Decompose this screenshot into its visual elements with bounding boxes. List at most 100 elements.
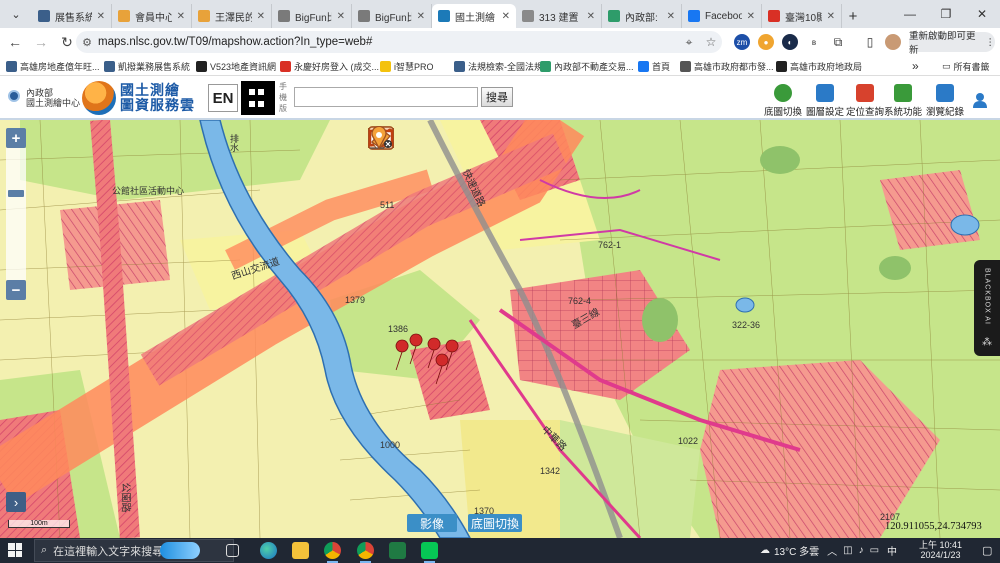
update-button[interactable]: 重新啟動即可更新 ⋮ [909, 31, 995, 56]
map-toolbar-line-icon[interactable] [368, 126, 588, 152]
extensions-puzzle-icon[interactable]: ⧉ [830, 34, 846, 50]
all-bookmarks-button[interactable]: ▭ 所有書籤 [942, 59, 990, 73]
tab-close-icon[interactable]: ✕ [827, 11, 835, 22]
bookmark-item[interactable]: i智慧PRO [380, 59, 434, 73]
tab-search-button[interactable]: ⌄ [4, 2, 28, 26]
minimize-icon[interactable]: — [892, 0, 928, 28]
qr-code[interactable] [241, 81, 275, 115]
url-text[interactable]: maps.nlsc.gov.tw/T09/mapshow.action?In_t… [98, 36, 678, 48]
bookmark-item[interactable]: 內政部不動產交易... [540, 59, 634, 73]
zoom-slider-handle[interactable] [8, 190, 24, 197]
chrome-icon[interactable] [324, 542, 341, 563]
header-tool-globe[interactable]: 底圖切換 [764, 78, 802, 118]
bookmark-item[interactable]: 首頁 [638, 59, 670, 73]
imagery-button[interactable]: 影像 [407, 514, 457, 532]
back-button[interactable]: ← [2, 29, 28, 55]
taskbar-search-highlight-icon[interactable] [160, 542, 200, 559]
browser-tab[interactable]: 展售系統 ✕ [32, 4, 112, 28]
bookmark-item[interactable]: 永慶好房登入 (成交... [280, 59, 379, 73]
header-tool-locate[interactable]: 定位查詢 [846, 78, 884, 118]
map-toolbar-undo-icon[interactable] [368, 126, 460, 152]
bookmark-item[interactable]: 高雄市政府都市發... [680, 59, 774, 73]
zoom-slider[interactable] [6, 148, 26, 280]
chrome-profile-icon[interactable] [357, 542, 374, 563]
network-icon[interactable]: ◫ [843, 545, 852, 556]
browser-tab[interactable]: Facebook ✕ [682, 4, 762, 28]
restore-icon[interactable]: ❐ [928, 0, 964, 28]
extension-zm-icon[interactable]: zm [734, 34, 750, 50]
search-input[interactable] [294, 87, 478, 107]
battery-icon[interactable]: ▭ [870, 545, 879, 556]
taskbar-search-box[interactable]: ⌕ 在這裡輸入文字來搜尋 [34, 539, 234, 562]
map-toolbar-remove-marker-icon[interactable] [371, 126, 684, 152]
english-button[interactable]: EN [208, 84, 238, 112]
header-tool-history[interactable]: 瀏覽紀錄 [926, 78, 964, 118]
excel-icon[interactable] [389, 542, 406, 559]
map-canvas[interactable]: 西山交流道 公園路 中華路 臺三線 快速道路 排水 公館社區活動中心 762-1… [0, 120, 1000, 538]
map-toolbar-pan-hand-icon[interactable] [371, 126, 524, 152]
map-toolbar-eraser-icon[interactable] [370, 126, 652, 152]
browser-tab[interactable]: BigFun比 ✕ [272, 4, 352, 28]
bookmark-item[interactable]: 高雄房地產億年旺... [6, 59, 100, 73]
blackbox-ai-widget[interactable]: BLACKBOX AI ⁂ [974, 260, 1000, 356]
tab-close-icon[interactable]: ✕ [502, 11, 510, 22]
tray-chevron-icon[interactable]: ︿ [827, 543, 837, 558]
notification-icon[interactable]: ▢ [982, 544, 992, 557]
browser-tab[interactable]: 國土測繪 ✕ [432, 4, 516, 28]
map-layer[interactable] [0, 120, 1000, 538]
zoom-in-button[interactable]: + [6, 128, 26, 148]
map-toolbar-3d-building-icon[interactable] [370, 126, 428, 152]
zoom-out-button[interactable]: − [6, 280, 26, 300]
taskbar-clock[interactable]: 上午 10:41 2024/1/23 [919, 540, 962, 560]
ministry-name[interactable]: 內政部 國土測繪中心 [26, 88, 80, 108]
tab-close-icon[interactable]: ✕ [177, 11, 185, 22]
search-button[interactable]: 搜尋 [481, 87, 513, 107]
browser-tab[interactable]: BigFun比 ✕ [352, 4, 432, 28]
site-info-icon[interactable]: ⚙ [76, 36, 98, 49]
volume-icon[interactable]: ♪ [859, 545, 864, 556]
weather-text[interactable]: 13°C 多雲 [774, 543, 819, 558]
tab-close-icon[interactable]: ✕ [417, 11, 425, 22]
header-tool-layers[interactable]: 圖層設定 [806, 78, 844, 118]
user-icon[interactable] [972, 92, 988, 108]
bookmark-item[interactable]: 高雄市政府地政局 [776, 59, 862, 73]
tab-close-icon[interactable]: ✕ [747, 11, 755, 22]
tab-close-icon[interactable]: ✕ [97, 11, 105, 22]
forward-button[interactable]: → [28, 29, 54, 55]
basemap-switch-button[interactable]: 底圖切換 [468, 514, 522, 532]
side-panel-icon[interactable]: ▯ [862, 34, 878, 50]
task-view-icon[interactable] [226, 544, 239, 557]
expand-panel-button[interactable]: › [6, 492, 26, 512]
omnibox[interactable]: ⚙ maps.nlsc.gov.tw/T09/mapshow.action?In… [76, 31, 722, 53]
site-logo[interactable]: 國土測繪 圖資服務雲 [82, 80, 206, 116]
bookmark-item[interactable]: 法規檢索-全國法規... [454, 59, 551, 73]
bookmark-item[interactable]: 凱撥業務展售系統 [104, 59, 190, 73]
tab-close-icon[interactable]: ✕ [257, 11, 265, 22]
map-toolbar-redo-icon[interactable] [368, 126, 492, 152]
tab-close-icon[interactable]: ✕ [587, 11, 595, 22]
header-tool-calendar[interactable]: 系統功能 [884, 78, 922, 118]
line-app-icon[interactable] [421, 542, 438, 563]
ministry-logo[interactable] [8, 90, 20, 102]
browser-tab[interactable]: 會員中心- ✕ [112, 4, 192, 28]
browser-tab[interactable]: 王澤民的 ✕ [192, 4, 272, 28]
edge-browser-icon[interactable] [260, 542, 277, 559]
browser-tab[interactable]: 313 建置 ✕ [516, 4, 602, 28]
location-icon[interactable]: ⌖ [678, 35, 700, 50]
mobile-version-label[interactable]: 手機版 [279, 81, 289, 114]
tab-close-icon[interactable]: ✕ [337, 11, 345, 22]
map-toolbar-rectangle-icon[interactable] [368, 126, 620, 152]
extension-b-icon[interactable]: ʙ [806, 34, 822, 50]
close-icon[interactable]: ✕ [964, 0, 1000, 28]
extension-circle-icon[interactable]: ◐ [782, 34, 798, 50]
new-tab-button[interactable]: + [842, 4, 864, 28]
map-toolbar-point-icon[interactable] [371, 126, 556, 152]
tab-close-icon[interactable]: ✕ [667, 11, 675, 22]
bookmark-item[interactable]: V523地產資訊網 [196, 59, 276, 73]
bookmarks-more-button[interactable]: » [912, 59, 919, 73]
file-explorer-icon[interactable] [292, 542, 309, 559]
browser-tab[interactable]: 臺灣10縣 ✕ [762, 4, 842, 28]
extension-pin-icon[interactable]: ● [758, 34, 774, 50]
profile-avatar[interactable] [885, 34, 901, 50]
browser-tab[interactable]: 內政部: ✕ [602, 4, 682, 28]
